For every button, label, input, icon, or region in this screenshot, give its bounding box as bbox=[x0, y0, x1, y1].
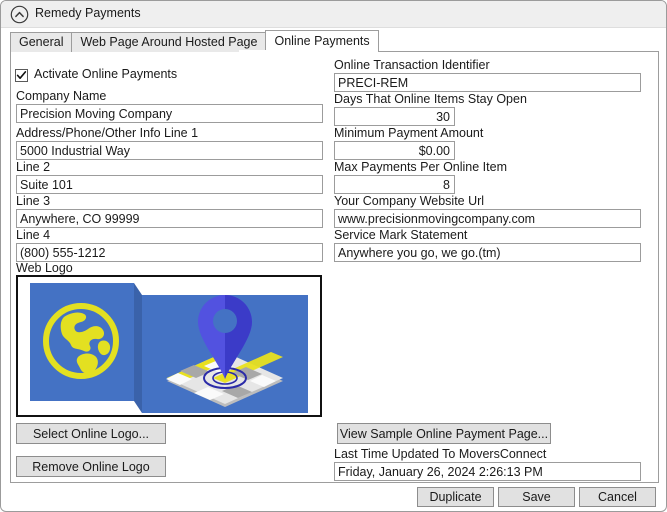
chevron-up-circle-icon[interactable] bbox=[10, 5, 29, 24]
remedy-payments-window: Remedy Payments General Web Page Around … bbox=[0, 0, 667, 512]
tab-strip: General Web Page Around Hosted Page Onli… bbox=[10, 30, 379, 52]
window-title: Remedy Payments bbox=[35, 6, 141, 20]
title-bar: Remedy Payments bbox=[1, 1, 666, 28]
address-line-4-input[interactable] bbox=[16, 243, 323, 262]
address-line-3-label: Line 3 bbox=[16, 194, 51, 208]
days-online-items-stay-open-label: Days That Online Items Stay Open bbox=[334, 92, 527, 106]
address-line-1-input[interactable] bbox=[16, 141, 323, 160]
address-line-1-label: Address/Phone/Other Info Line 1 bbox=[16, 126, 199, 140]
web-logo-label: Web Logo bbox=[16, 261, 73, 275]
last-time-updated-input[interactable] bbox=[334, 462, 641, 481]
address-line-2-label: Line 2 bbox=[16, 160, 51, 174]
cancel-button[interactable]: Cancel bbox=[579, 487, 656, 507]
web-logo-preview[interactable] bbox=[16, 275, 322, 417]
duplicate-button[interactable]: Duplicate bbox=[417, 487, 494, 507]
max-payments-per-online-item-label: Max Payments Per Online Item bbox=[334, 160, 507, 174]
save-button[interactable]: Save bbox=[498, 487, 575, 507]
last-time-updated-label: Last Time Updated To MoversConnect bbox=[334, 447, 547, 461]
company-name-label: Company Name bbox=[16, 89, 107, 103]
remove-online-logo-button[interactable]: Remove Online Logo bbox=[16, 456, 166, 477]
company-website-url-input[interactable] bbox=[334, 209, 641, 228]
checkbox-box[interactable] bbox=[15, 69, 28, 82]
tab-general[interactable]: General bbox=[10, 32, 73, 52]
tab-online-payments[interactable]: Online Payments bbox=[265, 30, 379, 52]
service-mark-statement-label: Service Mark Statement bbox=[334, 228, 468, 242]
tab-web-page-around-hosted-page[interactable]: Web Page Around Hosted Page bbox=[71, 32, 267, 52]
view-sample-online-payment-page-button[interactable]: View Sample Online Payment Page... bbox=[337, 423, 551, 444]
active-tab-panel-joint bbox=[239, 50, 351, 53]
company-website-url-label: Your Company Website Url bbox=[334, 194, 485, 208]
company-name-input[interactable] bbox=[16, 104, 323, 123]
checkbox-label: Activate Online Payments bbox=[34, 67, 178, 81]
address-line-4-label: Line 4 bbox=[16, 228, 51, 242]
online-transaction-identifier-input[interactable] bbox=[334, 73, 641, 92]
days-online-items-stay-open-input[interactable] bbox=[334, 107, 455, 126]
minimum-payment-amount-label: Minimum Payment Amount bbox=[334, 126, 484, 140]
select-online-logo-button[interactable]: Select Online Logo... bbox=[16, 423, 166, 444]
online-transaction-identifier-label: Online Transaction Identifier bbox=[334, 58, 490, 72]
max-payments-per-online-item-input[interactable] bbox=[334, 175, 455, 194]
address-line-3-input[interactable] bbox=[16, 209, 323, 228]
minimum-payment-amount-input[interactable] bbox=[334, 141, 455, 160]
service-mark-statement-input[interactable] bbox=[334, 243, 641, 262]
address-line-2-input[interactable] bbox=[16, 175, 323, 194]
